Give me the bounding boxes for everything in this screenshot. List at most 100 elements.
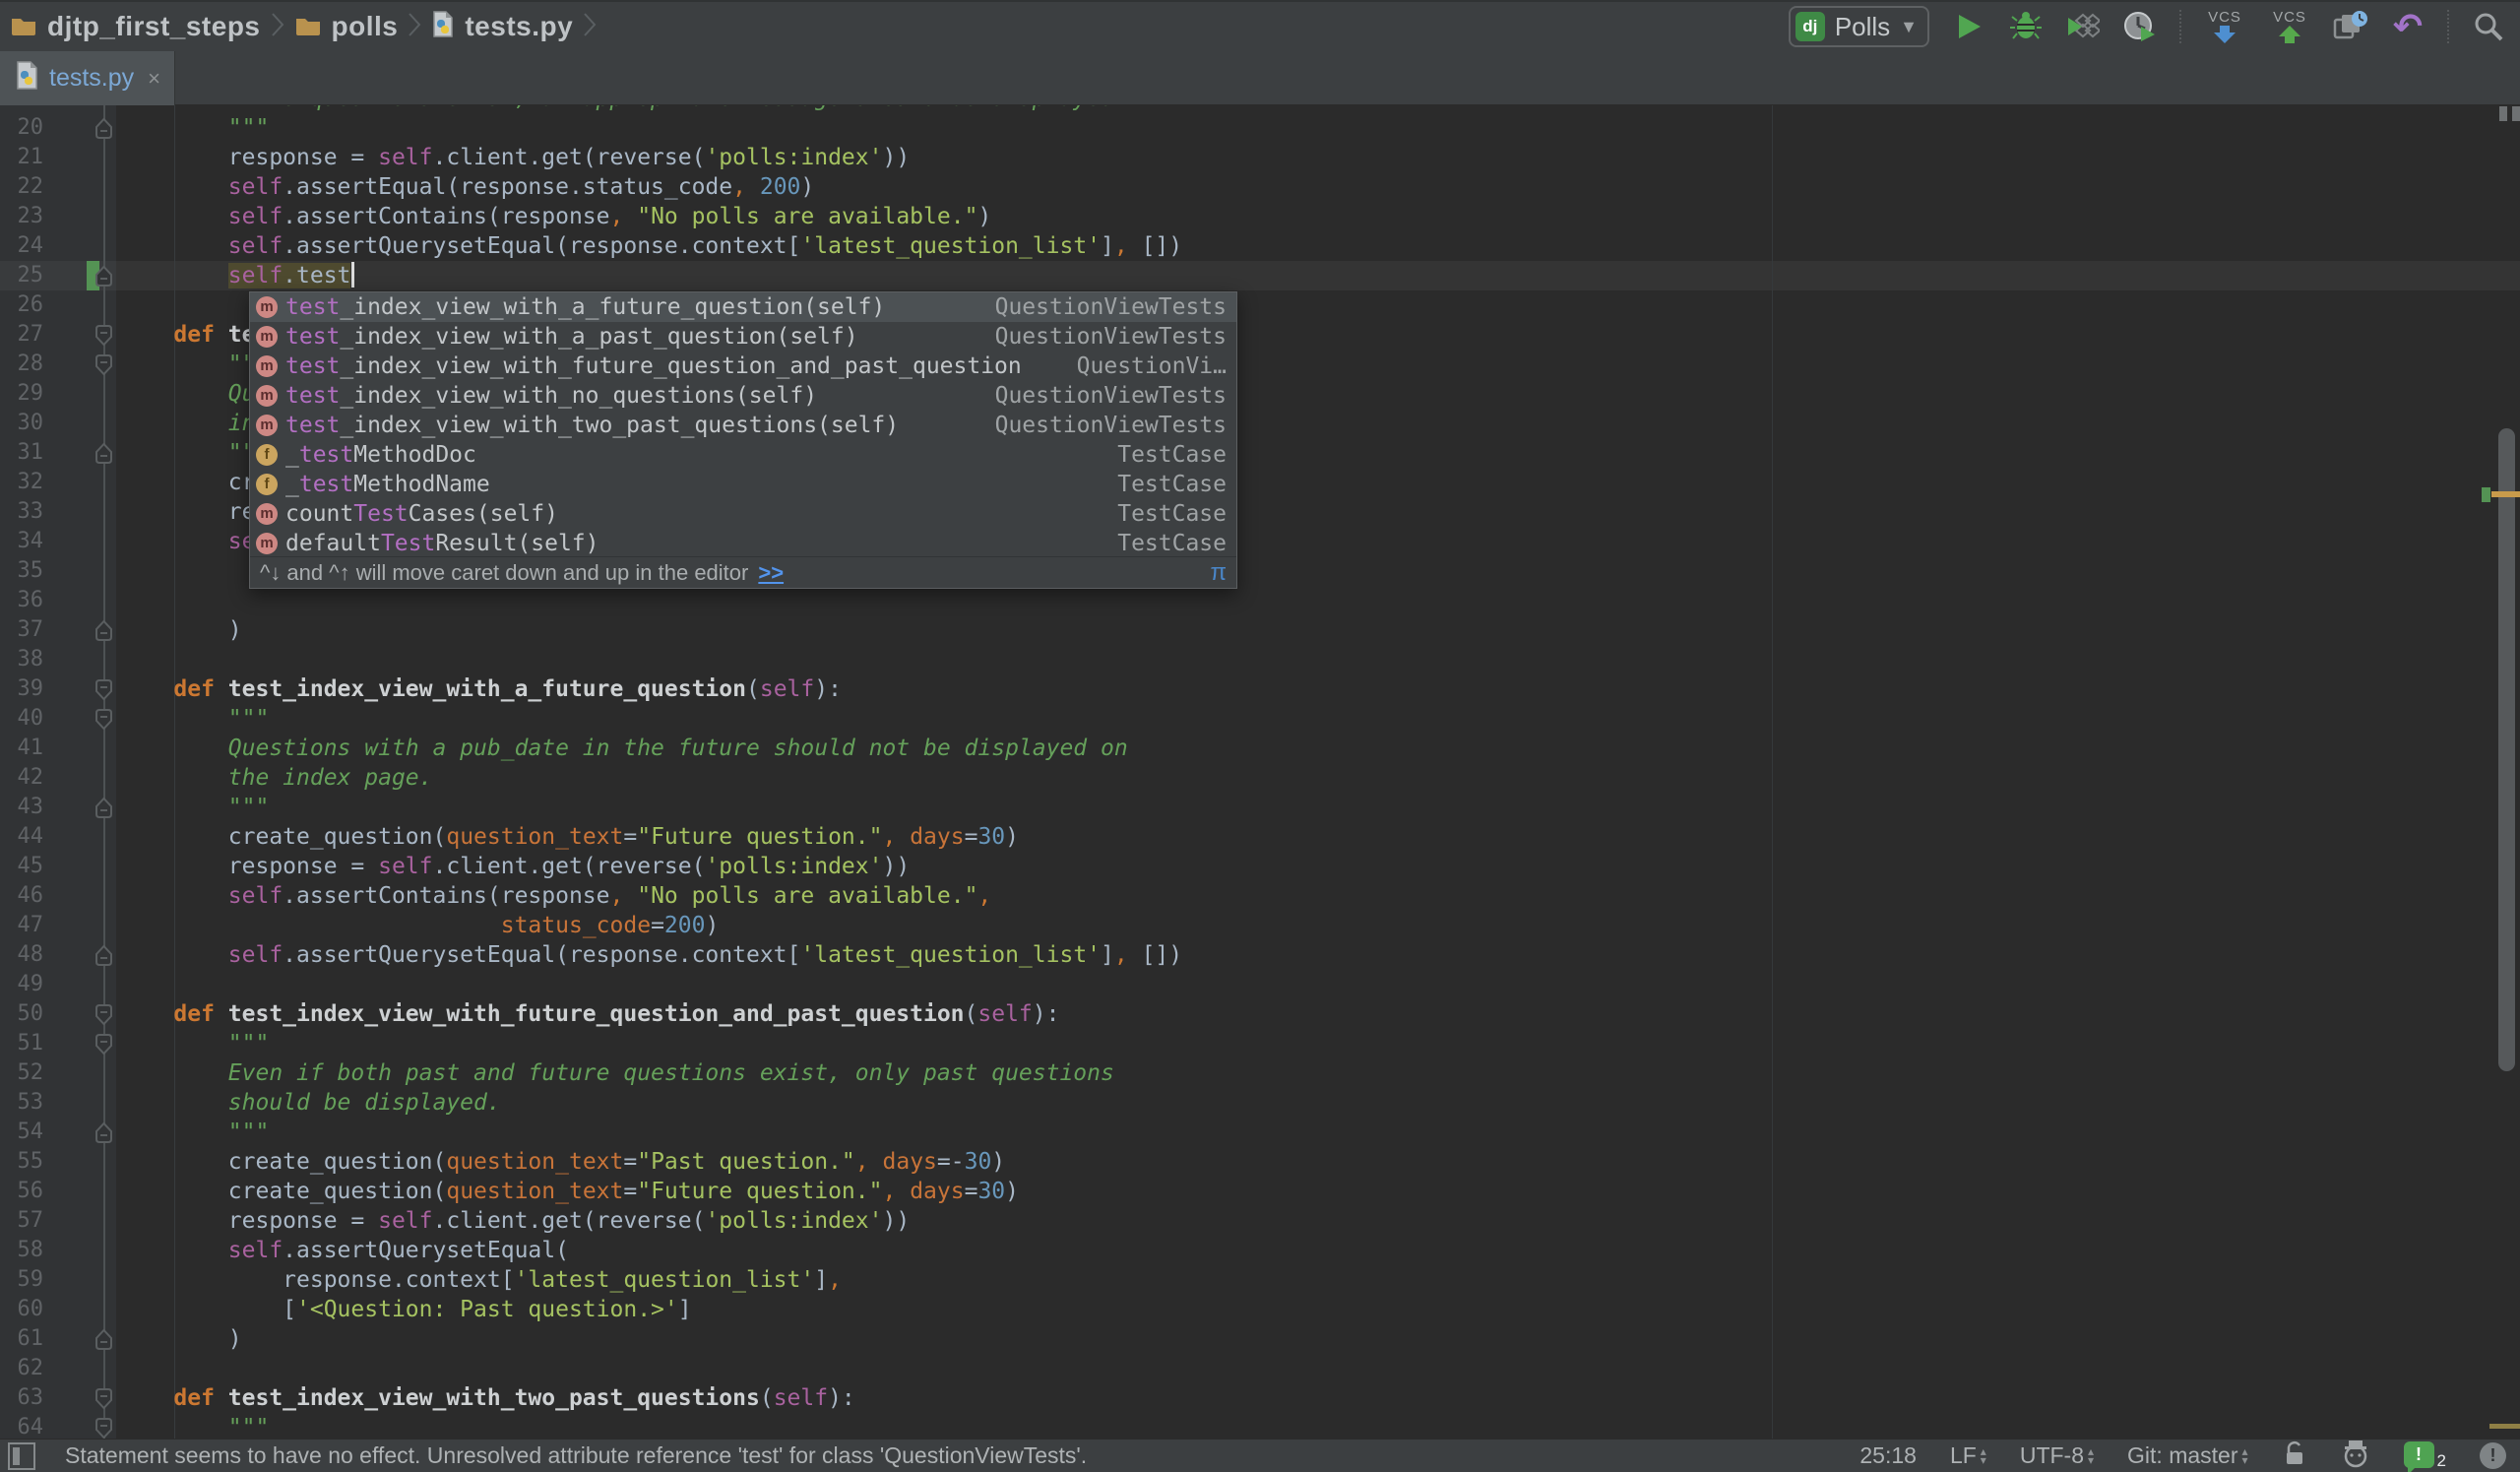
completion-item[interactable]: m test_index_view_with_two_past_questions… [250, 411, 1236, 440]
code-line[interactable]: status_code=200) [0, 911, 2520, 940]
breadcrumb-item[interactable]: tests.py [431, 10, 573, 43]
code-line[interactable]: create_question(question_text="Future qu… [0, 822, 2520, 852]
code-token: = [651, 913, 664, 938]
completion-item[interactable]: m test_index_view_with_no_questions(self)… [250, 381, 1236, 411]
code-line[interactable]: self.assertQuerysetEqual(response.contex… [0, 231, 2520, 261]
code-token: .assertContains(response [283, 883, 610, 909]
code-line[interactable]: self.assertQuerysetEqual(response.contex… [0, 940, 2520, 970]
debug-button[interactable] [2008, 5, 2044, 48]
completion-item[interactable]: m countTestCases(self) TestCase [250, 499, 1236, 529]
close-icon[interactable]: × [148, 66, 160, 92]
git-branch-widget[interactable]: Git: master ▴ ▾ [2127, 1442, 2248, 1469]
code-line[interactable]: response = self.client.get(reverse('poll… [0, 1206, 2520, 1236]
completion-item[interactable]: f _testMethodName TestCase [250, 470, 1236, 499]
encoding-widget[interactable]: UTF-8 ▴ ▾ [2020, 1442, 2094, 1469]
code-line[interactable]: def test_index_view_with_two_past_questi… [0, 1383, 2520, 1413]
code-token: ( [759, 1385, 774, 1411]
run-with-coverage-button[interactable] [2065, 5, 2101, 48]
code-line[interactable]: self.assertQuerysetEqual( [0, 1236, 2520, 1265]
notification-count: 2 [2436, 1450, 2446, 1470]
code-line[interactable]: """ [0, 704, 2520, 734]
code-line[interactable]: create_question(question_text="Past ques… [0, 1147, 2520, 1177]
more-link[interactable]: >> [758, 560, 784, 586]
code-token: ) [1005, 1179, 1019, 1204]
completion-popup: m test_index_view_with_a_future_question(… [249, 291, 1237, 589]
code-token: ) [800, 174, 815, 200]
breadcrumb-item[interactable]: polls [294, 11, 399, 42]
completion-item[interactable]: m defaultTestResult(self) TestCase [250, 529, 1236, 558]
code-line[interactable]: response.context['latest_question_list']… [0, 1265, 2520, 1295]
completion-item[interactable]: m test_index_view_with_future_question_an… [250, 352, 1236, 381]
code-line[interactable]: Even if both past and future questions e… [0, 1058, 2520, 1088]
code-token: ) [977, 204, 992, 229]
toolbar-divider [2447, 10, 2449, 43]
completion-item-origin: QuestionViewTests [994, 294, 1227, 320]
code-line[interactable]: def test_index_view_with_future_question… [0, 999, 2520, 1029]
code-token: def [173, 676, 228, 702]
event-log-icon[interactable]: ! [2480, 1442, 2506, 1469]
rollback-button[interactable]: ↶ [2390, 5, 2426, 48]
code-line[interactable]: ) [0, 1324, 2520, 1354]
code-line[interactable]: """ [0, 1029, 2520, 1058]
warning-stripe-mark[interactable] [2491, 491, 2520, 497]
code-line[interactable]: self.assertEqual(response.status_code, 2… [0, 172, 2520, 202]
caret-position-widget[interactable]: 25:18 [1859, 1442, 1917, 1469]
notifications-widget[interactable]: ! 2 [2403, 1440, 2446, 1472]
vcs-commit-button[interactable]: VCS [2268, 10, 2311, 43]
code-token: '<Question: Past question.>' [296, 1297, 678, 1322]
code-line[interactable]: the index page. [0, 763, 2520, 793]
code-token: 'polls:index' [705, 145, 883, 170]
code-line[interactable]: self.assertContains(response, "No polls … [0, 202, 2520, 231]
notification-balloon-icon: ! [2403, 1440, 2434, 1472]
vcs-stripe-mark[interactable] [2482, 487, 2490, 502]
run-configuration-select[interactable]: dj Polls ▼ [1788, 6, 1929, 47]
code-line[interactable]: response = self.client.get(reverse('poll… [0, 852, 2520, 881]
code-line[interactable]: If no questions exist, an appropriate me… [0, 105, 2520, 113]
code-line[interactable] [0, 645, 2520, 674]
code-line[interactable] [0, 1354, 2520, 1383]
scrollbar-thumb[interactable] [2498, 428, 2515, 1071]
code-line[interactable]: create_question(question_text="Future qu… [0, 1177, 2520, 1206]
code-line[interactable]: """ [0, 113, 2520, 143]
search-everywhere-icon[interactable] [2471, 5, 2506, 48]
hector-inspections-icon[interactable] [2341, 1439, 2370, 1472]
lock-icon[interactable] [2282, 1440, 2307, 1472]
run-button[interactable] [1951, 5, 1986, 48]
code-line[interactable]: """ [0, 1413, 2520, 1439]
code-line[interactable]: should be displayed. [0, 1088, 2520, 1118]
profiler-button[interactable] [2122, 5, 2158, 48]
code-token: "No polls are available." [637, 883, 978, 909]
code-line[interactable]: self.test [0, 261, 2520, 290]
code-line[interactable] [0, 586, 2520, 615]
code-token: response = [119, 1208, 379, 1234]
tool-window-toggle-icon[interactable] [8, 1441, 35, 1470]
code-line[interactable] [0, 970, 2520, 999]
breadcrumb-item[interactable]: djtp_first_steps [10, 11, 261, 42]
completion-item[interactable]: m test_index_view_with_a_future_question(… [250, 292, 1236, 322]
editor-tab-bar: tests.py × [0, 51, 2520, 105]
code-line[interactable]: ) [0, 615, 2520, 645]
vcs-update-button[interactable]: VCS [2203, 10, 2246, 43]
code-line[interactable]: def test_index_view_with_a_future_questi… [0, 674, 2520, 704]
code-line[interactable]: Questions with a pub_date in the future … [0, 734, 2520, 763]
code-line[interactable]: """ [0, 793, 2520, 822]
line-ending-widget[interactable]: LF ▴ ▾ [1950, 1442, 1986, 1469]
completion-item[interactable]: m test_index_view_with_a_past_question(se… [250, 322, 1236, 352]
code-line[interactable]: self.assertContains(response, "No polls … [0, 881, 2520, 911]
tab-tests-py[interactable]: tests.py × [0, 51, 175, 105]
code-token: , [1113, 942, 1128, 968]
field-icon: f [256, 474, 278, 495]
completion-item-name: _testMethodName [285, 472, 490, 497]
local-history-button[interactable] [2333, 5, 2368, 48]
completion-item-origin: TestCase [1117, 472, 1227, 497]
code-token: .assertEqual(response.status_code [283, 174, 733, 200]
code-line[interactable]: """ [0, 1118, 2520, 1147]
code-line[interactable]: ['<Question: Past question.>'] [0, 1295, 2520, 1324]
weak-warning-stripe-mark[interactable] [2489, 1424, 2520, 1429]
completion-item[interactable]: f _testMethodDoc TestCase [250, 440, 1236, 470]
code-token: []) [1127, 233, 1183, 259]
code-line[interactable]: response = self.client.get(reverse('poll… [0, 143, 2520, 172]
